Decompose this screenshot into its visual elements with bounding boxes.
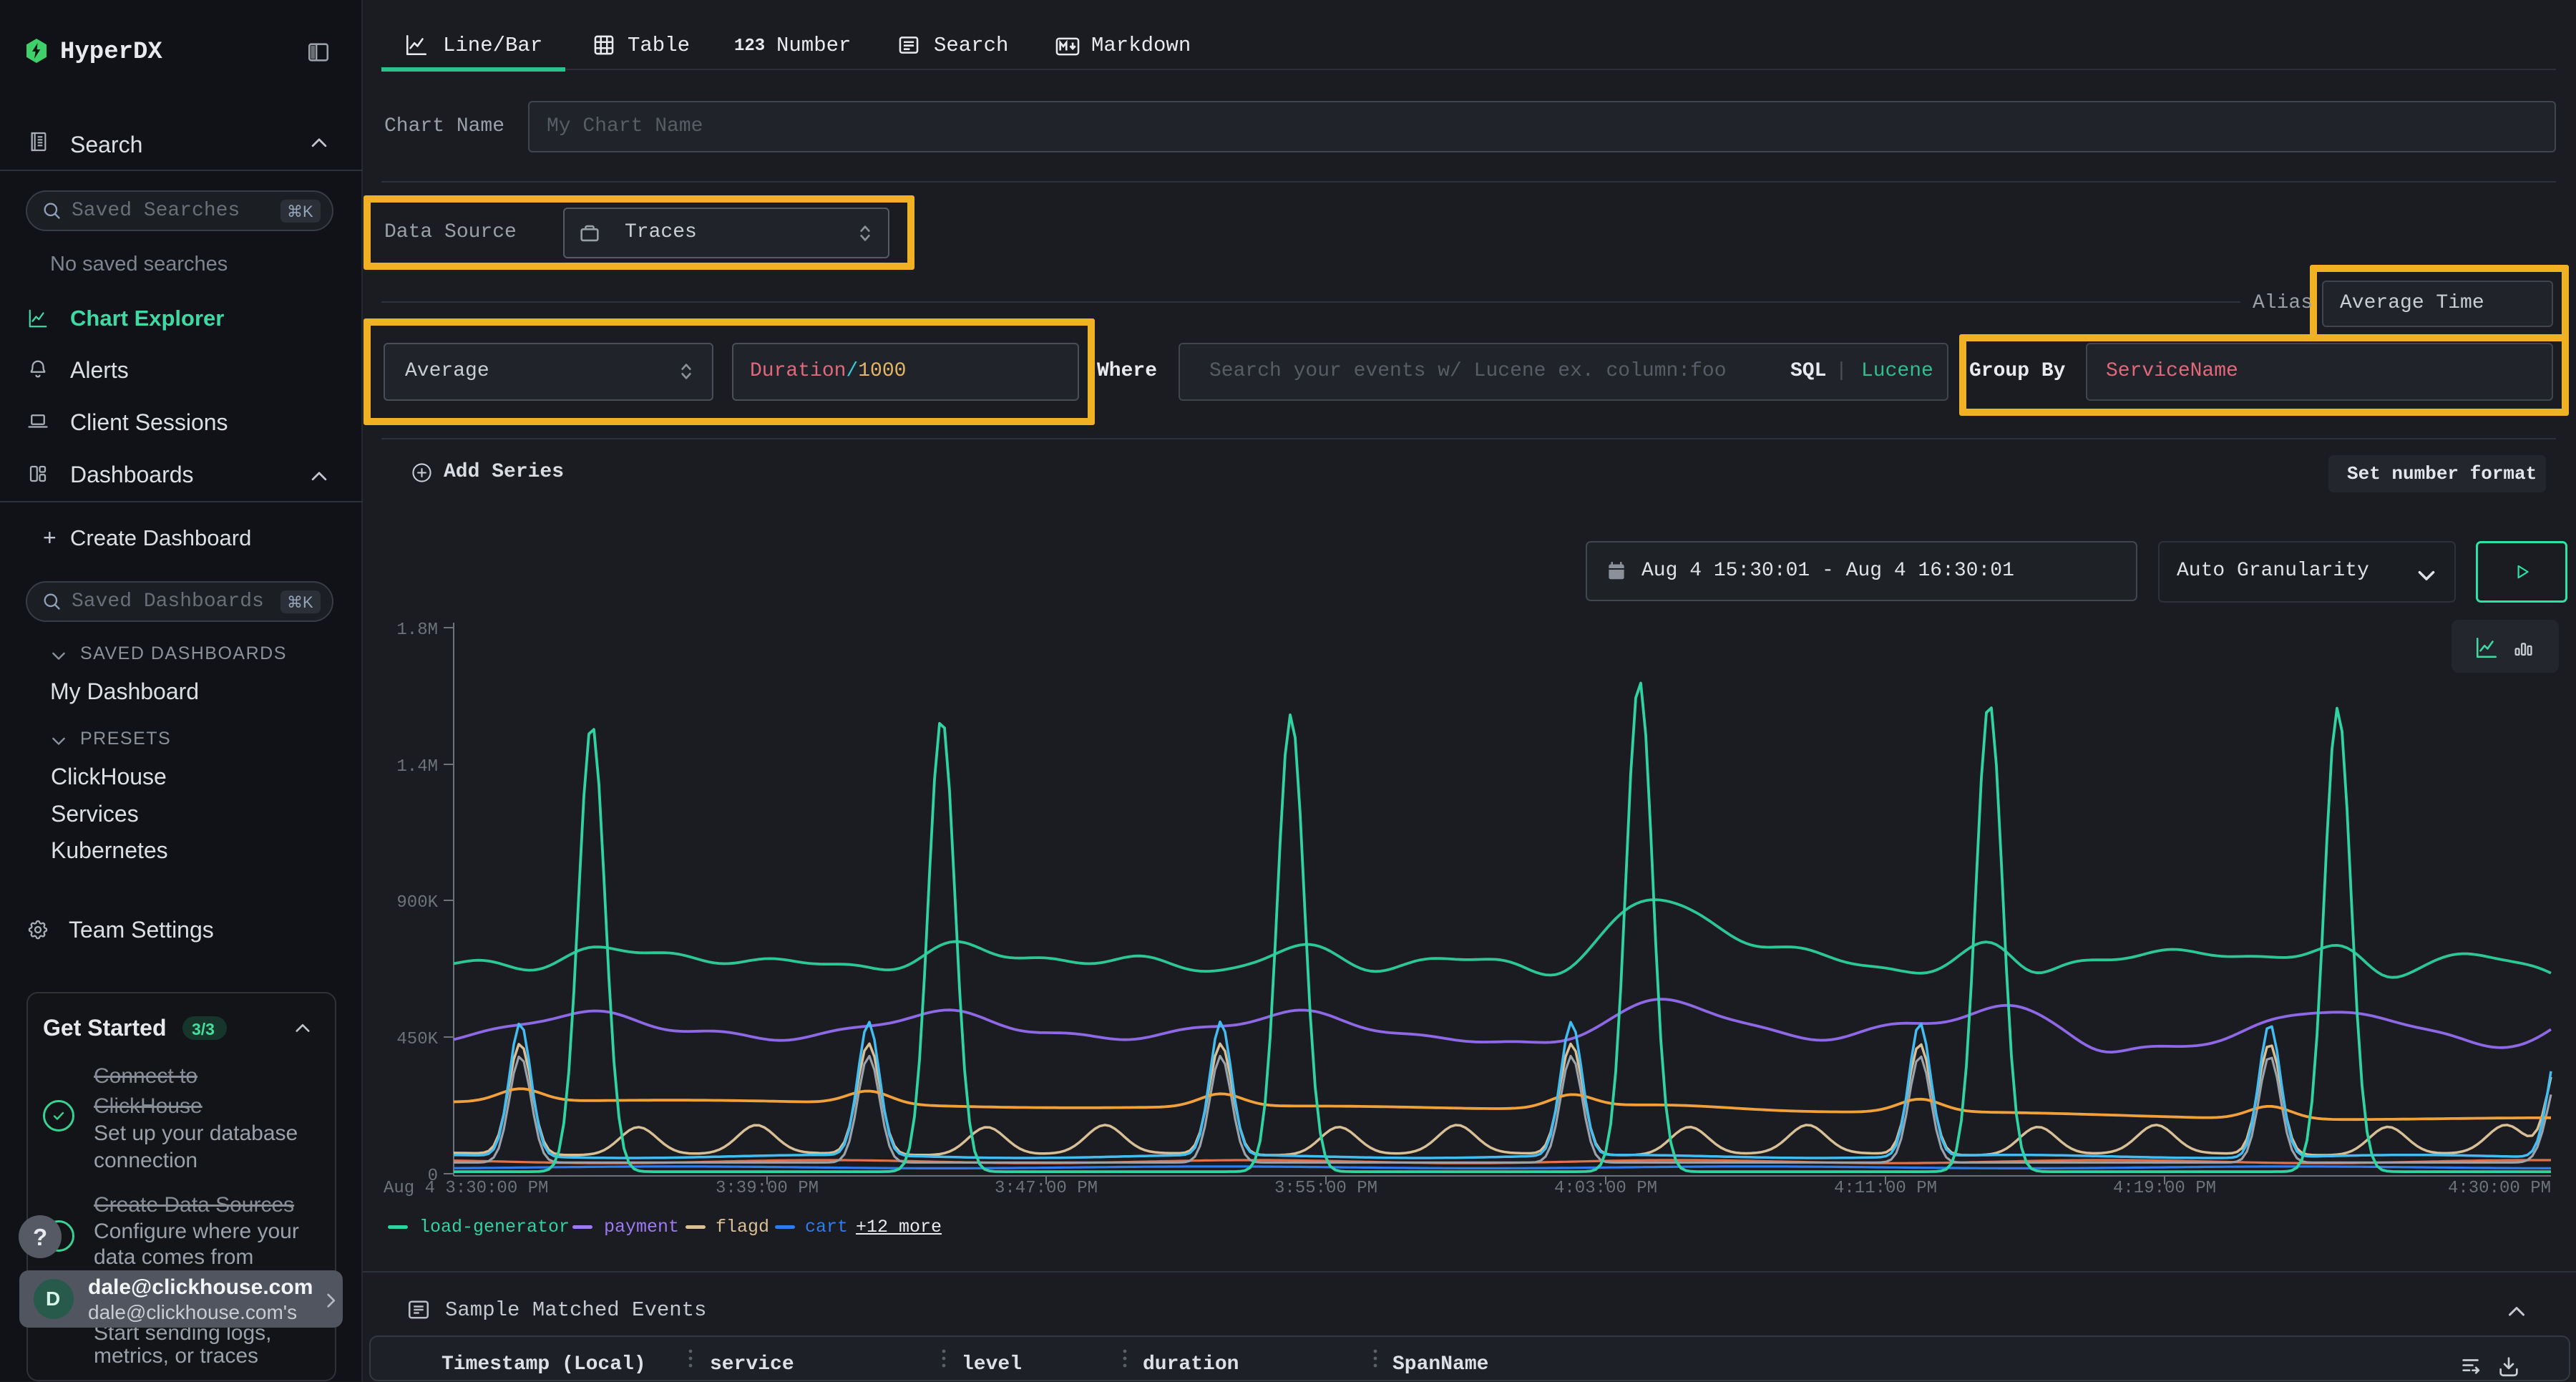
- svg-text:1.8M: 1.8M: [396, 621, 438, 640]
- svg-text:3:47:00 PM: 3:47:00 PM: [995, 1179, 1098, 1198]
- svg-text:4:11:00 PM: 4:11:00 PM: [1834, 1179, 1937, 1198]
- svg-text:Aug 4 3:30:00 PM: Aug 4 3:30:00 PM: [384, 1179, 548, 1198]
- svg-text:3:39:00 PM: 3:39:00 PM: [716, 1179, 819, 1198]
- svg-text:900K: 900K: [396, 893, 438, 913]
- svg-text:1.4M: 1.4M: [396, 757, 438, 777]
- svg-text:3:55:00 PM: 3:55:00 PM: [1274, 1179, 1377, 1198]
- svg-text:4:03:00 PM: 4:03:00 PM: [1554, 1179, 1657, 1198]
- svg-text:450K: 450K: [396, 1030, 438, 1049]
- svg-text:4:19:00 PM: 4:19:00 PM: [2113, 1179, 2216, 1198]
- svg-text:4:30:00 PM: 4:30:00 PM: [2448, 1179, 2551, 1198]
